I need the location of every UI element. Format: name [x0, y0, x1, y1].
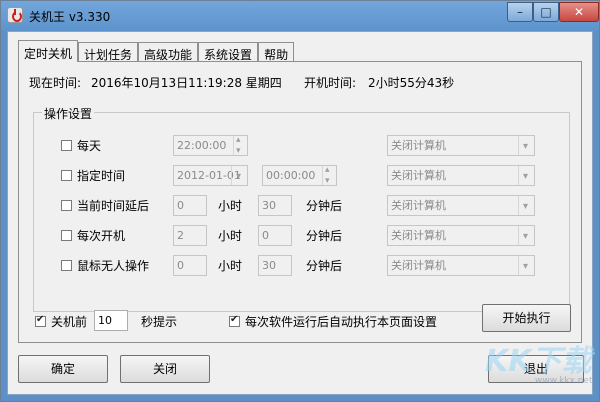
specific-date-select[interactable]: 2012-01-01	[173, 165, 248, 186]
specific-time-input[interactable]: 00:00:00	[262, 161, 337, 191]
uptime-value: 2小时55分43秒	[368, 76, 455, 90]
idle-checkbox[interactable]	[61, 260, 72, 271]
operation-settings-group: 操作设置 每天 22:00:00 关闭计算机 指定时间 2012-01-01 0…	[33, 105, 570, 312]
app-window: 关机王 v3.330 – □ ✕ 定时关机 计划任务 高级功能 系统设置 帮助 …	[0, 0, 600, 402]
idle-action-select[interactable]: 关闭计算机	[387, 255, 535, 276]
specific-time-checkbox[interactable]	[61, 170, 72, 181]
tab-system-settings[interactable]: 系统设置	[198, 42, 259, 62]
now-time-label: 现在时间:	[29, 76, 82, 90]
ok-button[interactable]: 确定	[18, 355, 108, 383]
daily-time-spinner[interactable]	[233, 131, 247, 161]
auto-run-checkbox[interactable]	[229, 314, 240, 327]
delay-hours-unit: 小时	[218, 199, 243, 213]
on-boot-minutes-unit: 分钟后	[306, 229, 343, 243]
tab-scheduled-tasks[interactable]: 计划任务	[78, 42, 139, 62]
tab-panel: 现在时间: 2016年10月13日11:19:28 星期四 开机时间: 2小时5…	[18, 61, 582, 343]
delay-action-select[interactable]: 关闭计算机	[387, 195, 535, 216]
tab-strip: 定时关机 计划任务 高级功能 系统设置 帮助	[18, 40, 295, 62]
tab-help[interactable]: 帮助	[258, 42, 295, 62]
power-app-icon	[7, 7, 23, 23]
watermark-url: www.kkx.net	[535, 376, 593, 386]
idle-hours-input[interactable]: 0	[173, 255, 207, 276]
now-time-value: 2016年10月13日11:19:28 星期四	[91, 76, 282, 90]
daily-label: 每天	[77, 139, 102, 153]
on-boot-action-select[interactable]: 关闭计算机	[387, 225, 535, 246]
pre-shutdown-suffix: 秒提示	[141, 315, 178, 329]
idle-minutes-input[interactable]: 30	[258, 255, 292, 276]
auto-run-label: 每次软件运行后自动执行本页面设置	[245, 315, 438, 329]
daily-checkbox[interactable]	[61, 140, 72, 151]
chevron-down-icon[interactable]	[518, 226, 534, 246]
site-watermark-logo: KK下载 www.kkx.net	[483, 336, 593, 396]
tab-advanced[interactable]: 高级功能	[138, 42, 199, 62]
pre-shutdown-checkbox[interactable]	[35, 314, 46, 327]
on-boot-checkbox[interactable]	[61, 230, 72, 241]
on-boot-minutes-input[interactable]: 0	[258, 225, 292, 246]
delay-hours-input[interactable]: 0	[173, 195, 207, 216]
delay-minutes-input[interactable]: 30	[258, 195, 292, 216]
delay-checkbox[interactable]	[61, 200, 72, 211]
daily-action-select[interactable]: 关闭计算机	[387, 135, 535, 156]
pre-shutdown-seconds-input[interactable]: 10	[94, 310, 128, 331]
tab-timed-shutdown[interactable]: 定时关机	[18, 40, 79, 62]
window-title: 关机王 v3.330	[29, 10, 111, 24]
chevron-down-icon[interactable]	[231, 166, 247, 186]
specific-time-spinner[interactable]	[322, 161, 336, 191]
on-boot-hours-input[interactable]: 2	[173, 225, 207, 246]
pre-shutdown-label: 关机前	[51, 315, 88, 329]
idle-minutes-unit: 分钟后	[306, 259, 343, 273]
close-button[interactable]: 关闭	[120, 355, 210, 383]
idle-label: 鼠标无人操作	[77, 259, 150, 273]
delay-label: 当前时间延后	[77, 199, 150, 213]
specific-time-label: 指定时间	[77, 169, 126, 183]
on-boot-hours-unit: 小时	[218, 229, 243, 243]
delay-minutes-unit: 分钟后	[306, 199, 343, 213]
start-execute-button[interactable]: 开始执行	[482, 304, 571, 332]
title-bar[interactable]: 关机王 v3.330 – □ ✕	[1, 1, 599, 31]
group-title: 操作设置	[42, 105, 95, 122]
specific-action-select[interactable]: 关闭计算机	[387, 165, 535, 186]
chevron-down-icon[interactable]	[518, 136, 534, 156]
chevron-down-icon[interactable]	[518, 196, 534, 216]
idle-hours-unit: 小时	[218, 259, 243, 273]
chevron-down-icon[interactable]	[518, 256, 534, 276]
close-window-button[interactable]: ✕	[559, 2, 599, 22]
chevron-down-icon[interactable]	[518, 166, 534, 186]
daily-time-input[interactable]: 22:00:00	[173, 131, 248, 161]
uptime-label: 开机时间:	[304, 76, 357, 90]
maximize-button[interactable]: □	[533, 2, 559, 22]
on-boot-label: 每次开机	[77, 229, 126, 243]
client-area: 定时关机 计划任务 高级功能 系统设置 帮助 现在时间: 2016年10月13日…	[7, 31, 593, 395]
minimize-button[interactable]: –	[507, 2, 533, 22]
